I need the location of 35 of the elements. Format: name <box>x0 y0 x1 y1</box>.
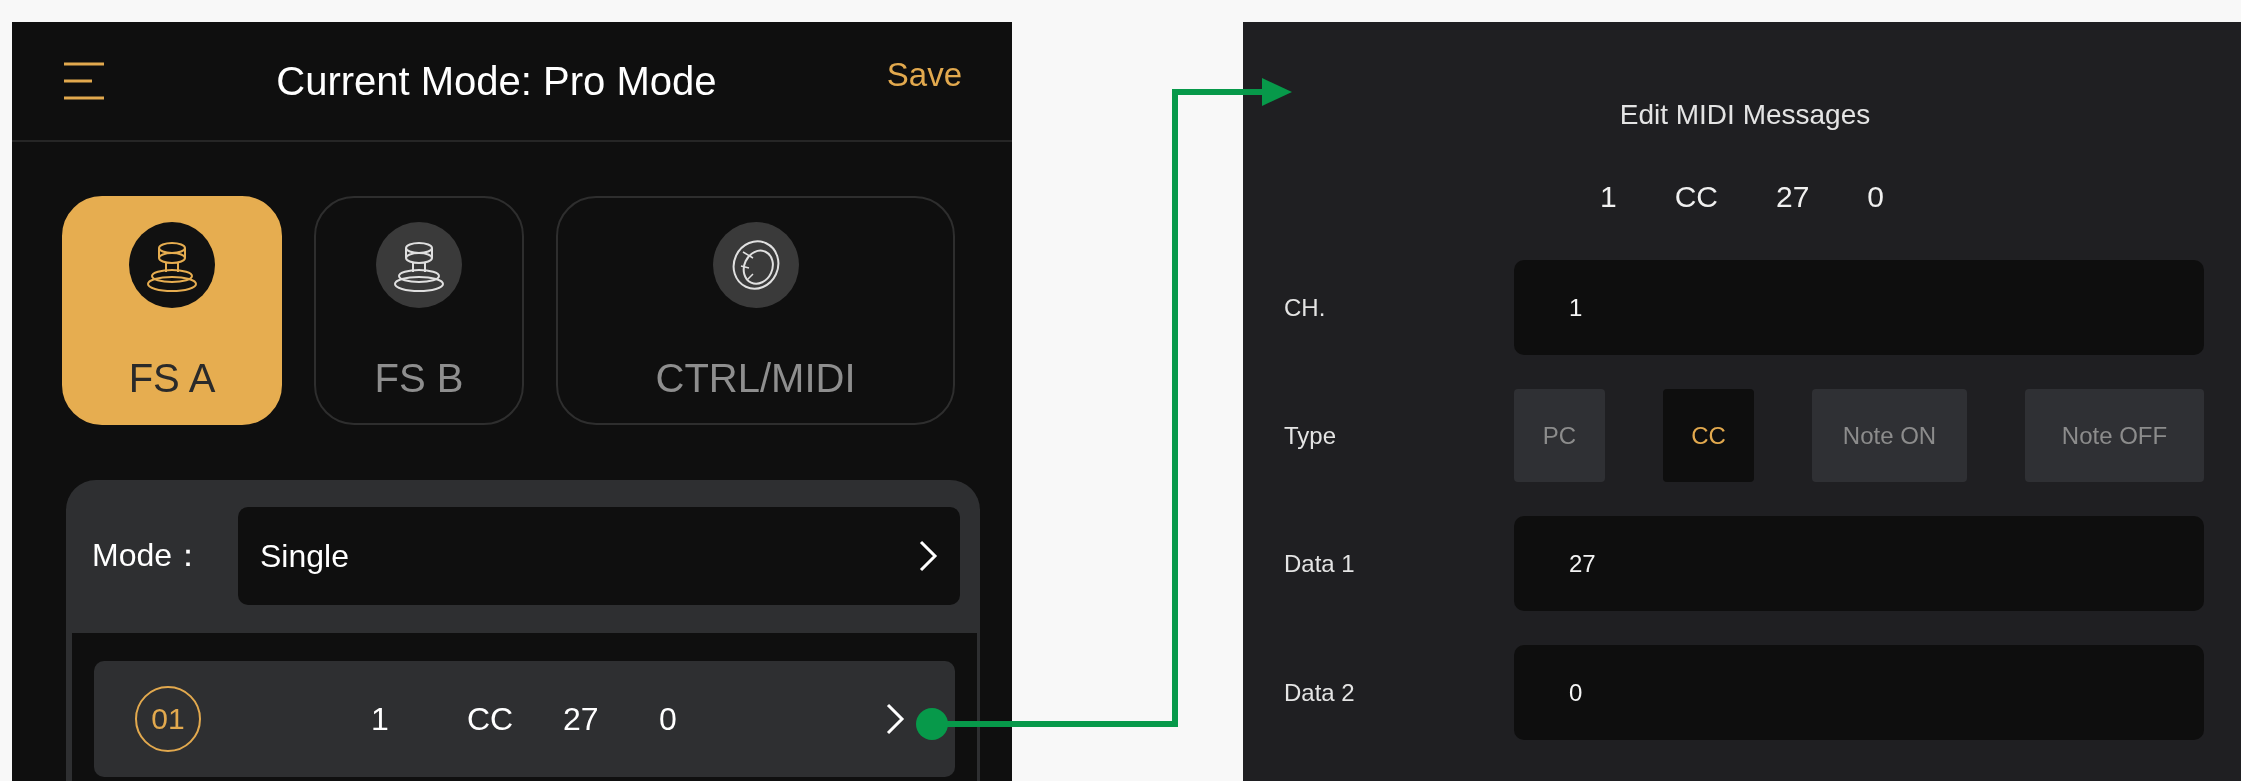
type-option[interactable]: Note ON <box>1812 389 1967 482</box>
summary-value: 1 <box>1599 180 1617 214</box>
message-value: 1 <box>371 700 390 738</box>
chevron-icon <box>885 702 905 736</box>
editor-title: Edit MIDI Messages <box>1619 98 1871 132</box>
save-button[interactable]: Save <box>886 56 962 94</box>
message-value: CC <box>467 700 515 738</box>
device-tab[interactable]: FS B <box>314 196 524 425</box>
mode-select[interactable]: Single <box>238 507 960 605</box>
page-title: Current Mode: Pro Mode <box>275 58 718 104</box>
input-field[interactable]: 1 <box>1514 260 2204 355</box>
device-tab[interactable]: CTRL/MIDI <box>556 196 955 425</box>
knob-icon <box>712 222 799 308</box>
midi-message-row[interactable]: 01 1 CC 27 0 <box>94 661 955 777</box>
field-label: Type <box>1284 421 1338 450</box>
message-value: 0 <box>659 700 678 738</box>
summary-value: CC <box>1674 180 1718 214</box>
field-label: Data 1 <box>1284 549 1356 578</box>
type-option[interactable]: PC <box>1514 389 1605 482</box>
message-value: 27 <box>563 700 600 738</box>
mode-label: Mode： <box>92 536 206 575</box>
message-index: 01 <box>135 686 201 752</box>
summary-value: 27 <box>1776 180 1810 214</box>
device-tab[interactable]: FS A <box>62 196 282 425</box>
type-option[interactable]: CC <box>1663 389 1754 482</box>
field-label: CH. <box>1284 293 1327 322</box>
chevron-icon <box>918 539 938 573</box>
field-label: Data 2 <box>1284 678 1356 707</box>
footswitch-icon <box>376 222 462 308</box>
type-option[interactable]: Note OFF <box>2025 389 2204 482</box>
menu-icon[interactable] <box>62 61 106 101</box>
input-field[interactable]: 27 <box>1514 516 2204 611</box>
footswitch-icon <box>129 222 215 308</box>
summary-value: 0 <box>1867 180 1885 214</box>
input-field[interactable]: 0 <box>1514 645 2204 740</box>
